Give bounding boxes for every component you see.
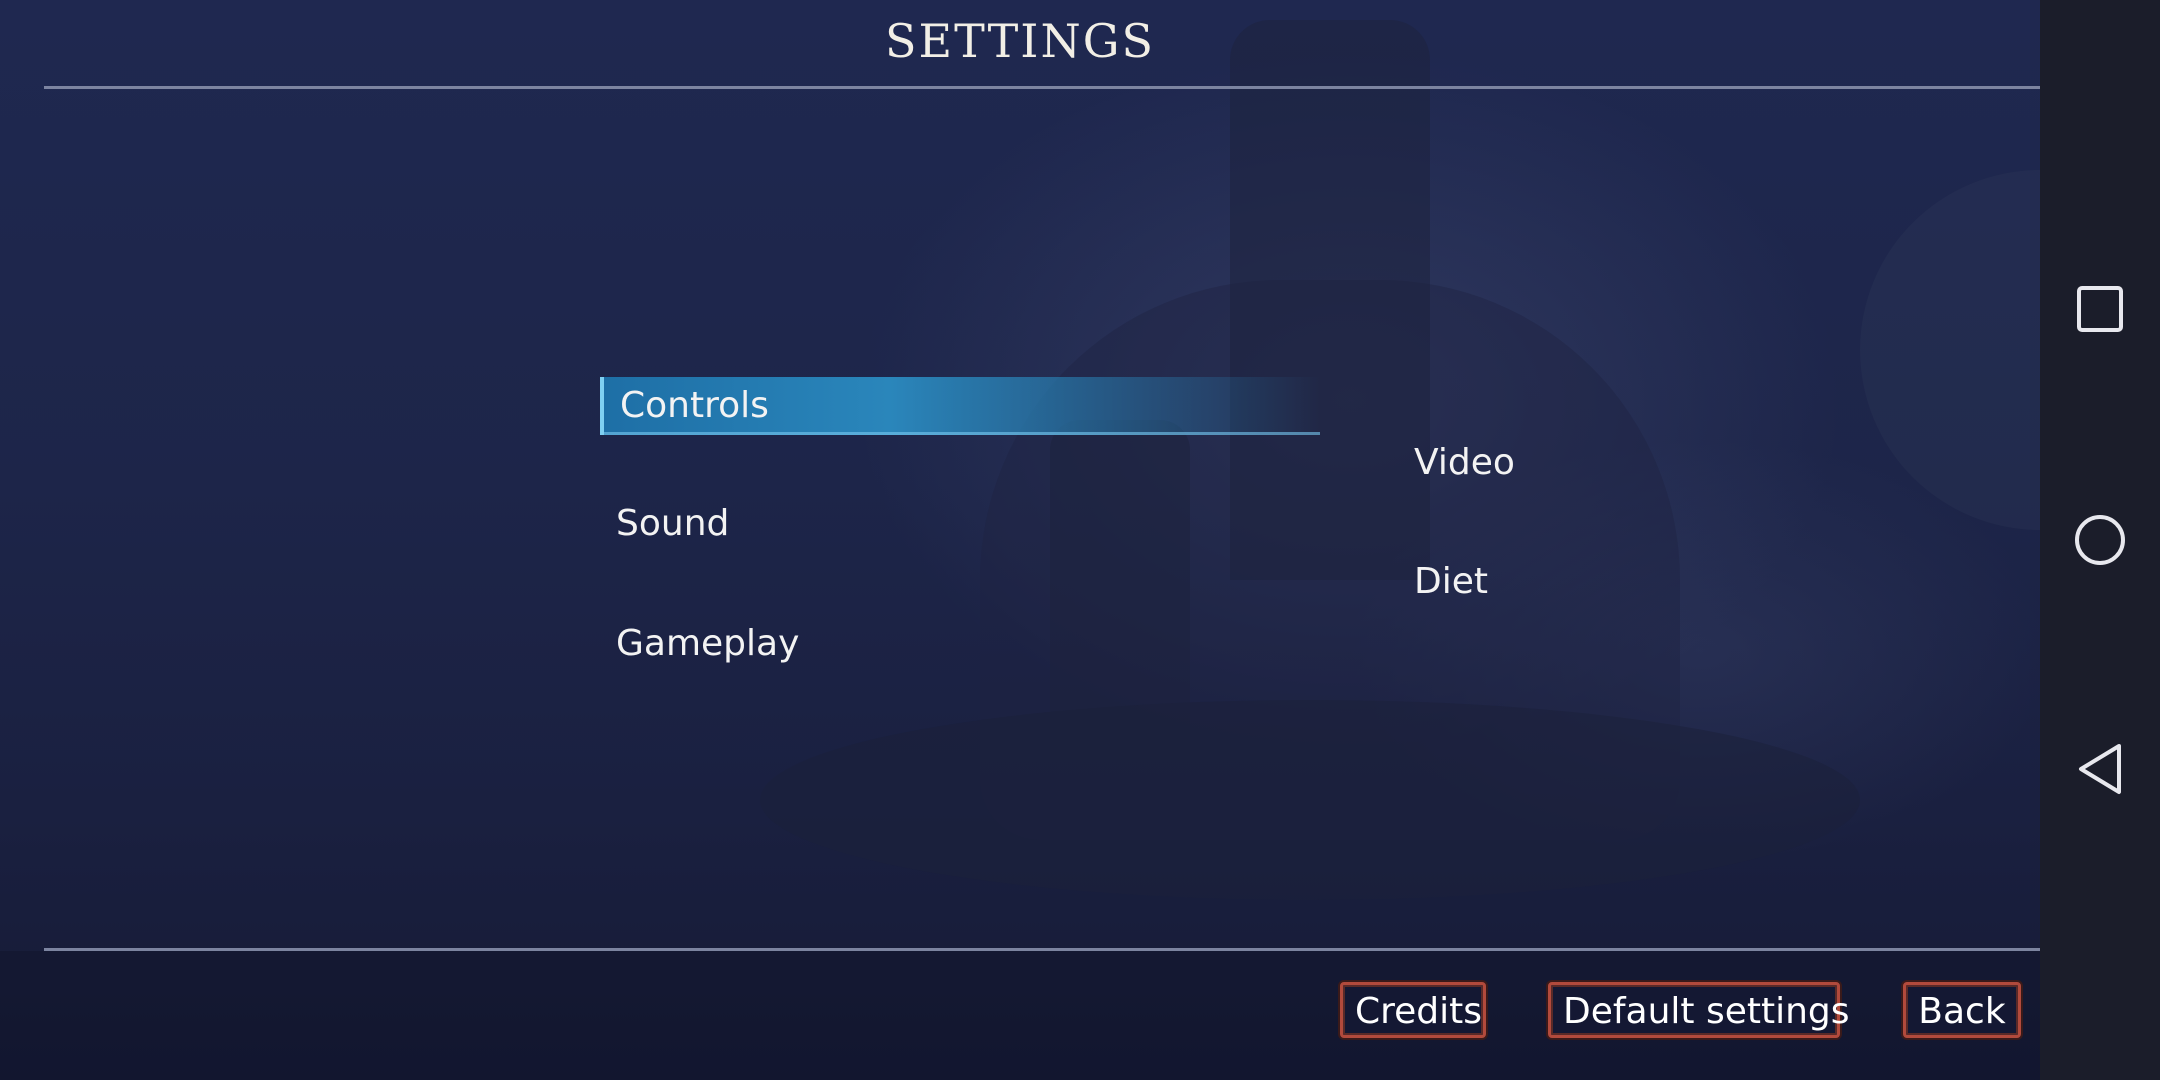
default-settings-button[interactable]: Default settings: [1548, 982, 1850, 1038]
menu-item-diet[interactable]: Diet: [1398, 553, 1814, 611]
back-button[interactable]: Back: [1903, 982, 2021, 1038]
page-title: SETTINGS: [885, 14, 1155, 68]
settings-screen: SETTINGS Controls Sound Gameplay Video D…: [0, 0, 2160, 1080]
footer-divider: [44, 948, 2114, 951]
menu-item-video[interactable]: Video: [1398, 434, 1814, 492]
android-nav-bar: [2040, 0, 2160, 1080]
menu-item-gameplay[interactable]: Gameplay: [600, 615, 1016, 673]
recent-apps-button[interactable]: [2040, 249, 2160, 369]
menu-item-sound[interactable]: Sound: [600, 495, 1016, 553]
home-button[interactable]: [2040, 480, 2160, 600]
triangle-back-icon: [2079, 744, 2121, 794]
menu-item-controls[interactable]: Controls: [600, 377, 1320, 435]
background-tower: [1230, 20, 1430, 580]
circle-icon: [2075, 515, 2125, 565]
nav-back-button[interactable]: [2040, 709, 2160, 829]
header-divider: [44, 86, 2114, 89]
credits-button[interactable]: Credits: [1340, 982, 1486, 1038]
background-island: [760, 700, 1860, 900]
square-icon: [2077, 286, 2123, 332]
